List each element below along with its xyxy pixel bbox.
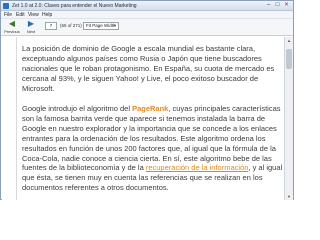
arrow-left-icon: ◀ bbox=[8, 19, 16, 28]
zoom-value: Fit Page Width bbox=[86, 23, 116, 28]
paragraph-1: La posición de dominio de Google a escal… bbox=[22, 44, 275, 93]
arrow-right-icon: ▶ bbox=[27, 19, 35, 28]
next-button[interactable]: ▶ Next bbox=[22, 20, 40, 35]
window-title: Zet 1.0 at 2.0: Claves para entender el … bbox=[12, 3, 137, 9]
toolbar: ◀ Previous ▶ Next 7 (55 of 271) Fit Page… bbox=[1, 19, 293, 36]
previous-button[interactable]: ◀ Previous bbox=[3, 20, 21, 35]
close-icon[interactable]: × bbox=[283, 2, 290, 9]
page-number-input[interactable]: 7 bbox=[45, 22, 57, 30]
menu-file[interactable]: File bbox=[4, 12, 12, 18]
scroll-up-icon[interactable]: ▲ bbox=[285, 37, 293, 44]
document-viewport[interactable]: La posición de dominio de Google a escal… bbox=[2, 37, 284, 200]
paragraph-2: Google introdujo el algoritmo del PageRa… bbox=[22, 104, 284, 193]
chevron-down-icon: ▼ bbox=[113, 23, 117, 28]
menu-edit[interactable]: Edit bbox=[16, 12, 25, 18]
scrollbar-thumb[interactable] bbox=[286, 49, 292, 69]
pagerank-link[interactable]: PageRank bbox=[132, 104, 168, 113]
vertical-scrollbar[interactable]: ▲ ▼ bbox=[284, 37, 293, 200]
document-page: La posición de dominio de Google a escal… bbox=[22, 44, 284, 200]
paragraph-2-middle: , cuyas principales características son … bbox=[22, 104, 281, 173]
page-left-edge bbox=[16, 37, 17, 200]
zoom-select[interactable]: Fit Page Width ▼ bbox=[83, 22, 119, 30]
maximize-icon[interactable]: □ bbox=[274, 2, 281, 9]
app-icon bbox=[3, 3, 9, 9]
menu-bar: File Edit View Help bbox=[1, 11, 293, 19]
scroll-down-icon[interactable]: ▼ bbox=[285, 193, 293, 200]
paragraph-2-start: Google introdujo el algoritmo del bbox=[22, 104, 133, 114]
information-retrieval-link[interactable]: recuperación de la información bbox=[146, 163, 249, 172]
menu-help[interactable]: Help bbox=[42, 12, 52, 18]
previous-label: Previous bbox=[4, 29, 20, 34]
title-bar[interactable]: Zet 1.0 at 2.0: Claves para entender el … bbox=[1, 1, 293, 11]
menu-view[interactable]: View bbox=[28, 12, 39, 18]
page-count: (55 of 271) bbox=[60, 23, 82, 28]
next-label: Next bbox=[26, 29, 36, 34]
minimize-icon[interactable]: – bbox=[265, 2, 272, 9]
app-window: Zet 1.0 at 2.0: Claves para entender el … bbox=[0, 0, 294, 200]
